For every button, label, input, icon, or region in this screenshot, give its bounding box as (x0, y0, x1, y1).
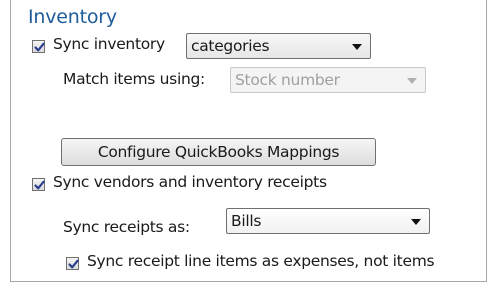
sync-inventory-label: Sync inventory (53, 35, 165, 53)
sync-inventory-select-value: categories (191, 37, 270, 55)
sync-inventory-select[interactable]: categories (186, 33, 371, 59)
sync-vendors-checkbox[interactable] (32, 178, 45, 191)
section-title: Inventory (28, 6, 117, 28)
checkmark-icon (68, 259, 79, 269)
configure-quickbooks-mappings-button[interactable]: Configure QuickBooks Mappings (61, 138, 376, 166)
checkmark-icon (34, 42, 45, 52)
sync-receipts-as-select[interactable]: Bills (226, 208, 430, 234)
dropdown-arrow-icon (352, 44, 362, 50)
match-items-select[interactable]: Stock number (230, 67, 426, 93)
match-items-select-value: Stock number (235, 71, 340, 89)
sync-receipts-as-label: Sync receipts as: (63, 218, 190, 236)
sync-vendors-label: Sync vendors and inventory receipts (53, 173, 327, 191)
sync-inventory-checkbox[interactable] (32, 40, 45, 53)
sync-line-items-label: Sync receipt line items as expenses, not… (87, 252, 435, 270)
match-items-label: Match items using: (63, 70, 205, 88)
checkmark-icon (34, 180, 45, 190)
dropdown-arrow-icon (407, 78, 417, 84)
sync-line-items-checkbox[interactable] (66, 257, 79, 270)
sync-receipts-as-select-value: Bills (231, 212, 262, 230)
dropdown-arrow-icon (411, 219, 421, 225)
